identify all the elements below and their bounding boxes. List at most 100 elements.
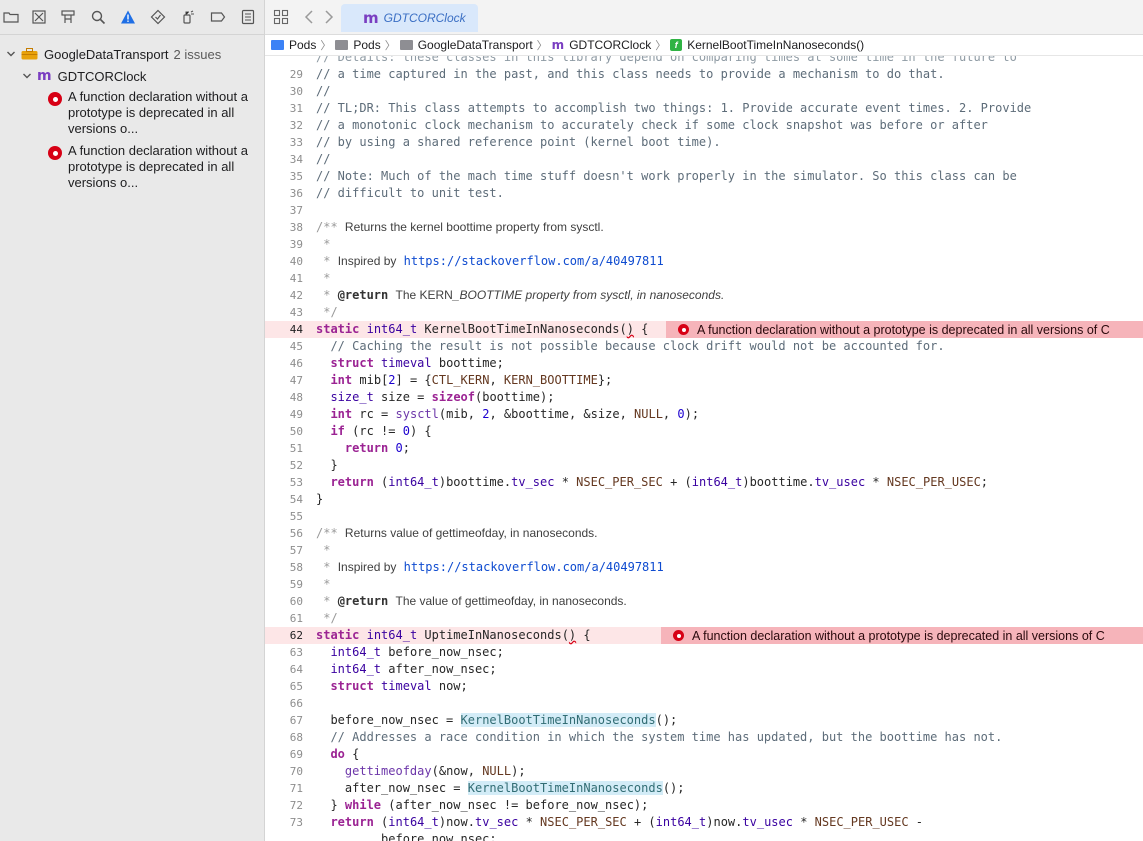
source-control-icon[interactable]: [30, 8, 48, 26]
breadcrumb-separator: 〉: [536, 40, 548, 52]
navigator-toolbar: [0, 0, 264, 35]
code-line: 50 if (rc != 0) {: [289, 424, 432, 438]
toolbox-icon: [21, 48, 38, 60]
issue-warning-icon[interactable]: [119, 8, 137, 26]
code-line: 63 int64_t before_now_nsec;: [289, 645, 504, 659]
code-line: 73 return (int64_t)now.tv_sec * NSEC_PER…: [289, 815, 924, 829]
error-code-line: 62 static int64_t UptimeInNanoseconds() …: [265, 627, 1143, 644]
code-editor[interactable]: // Details: these classes in this librar…: [265, 56, 1143, 841]
doc-comment-line: 42 * @return The KERN_BOOTTIME property …: [289, 288, 725, 302]
code-line: 34//: [289, 152, 331, 166]
report-icon[interactable]: [239, 8, 257, 26]
objc-file-icon: m: [551, 38, 565, 52]
issue-item[interactable]: A function declaration without a prototy…: [68, 89, 254, 137]
breadcrumb-gdtcorclock[interactable]: m GDTCORClock: [552, 38, 652, 52]
code-line: 72 } while (after_now_nsec != before_now…: [289, 798, 649, 812]
folder-icon[interactable]: [2, 8, 20, 26]
code-line: 64 int64_t after_now_nsec;: [289, 662, 497, 676]
doc-comment-line: 58 * Inspired by https://stackoverflow.c…: [289, 560, 664, 574]
inline-error-annotation[interactable]: A function declaration without a prototy…: [666, 321, 1143, 338]
issue-count: 2 issues: [173, 46, 222, 62]
breadcrumb-googledatatransport[interactable]: GoogleDataTransport: [399, 38, 533, 52]
objc-file-icon: m: [363, 9, 379, 27]
code-line: before_now_nsec;: [381, 832, 497, 841]
code-line: 36// difficult to unit test.: [289, 186, 504, 200]
chevron-down-icon[interactable]: [5, 48, 17, 60]
code-line: 35// Note: Much of the mach time stuff d…: [289, 169, 1017, 183]
code-line: 55: [289, 510, 303, 523]
error-icon: [678, 324, 689, 335]
doc-comment-line: 56/** Returns value of gettimeofday, in …: [289, 526, 598, 540]
issue-file-name: GDTCORClock: [57, 68, 147, 84]
code-line: 46 struct timeval boottime;: [289, 356, 504, 370]
doc-comment-line: 59 *: [289, 577, 331, 591]
project-icon: [271, 40, 284, 50]
function-icon: f: [670, 39, 683, 51]
code-line: 49 int rc = sysctl(mib, 2, &boottime, &s…: [289, 407, 700, 421]
code-line: 69 do {: [289, 747, 360, 761]
grid-icon[interactable]: [273, 9, 289, 25]
tab-gdtcorclock[interactable]: m GDTCORClock: [341, 4, 478, 32]
forward-icon[interactable]: [323, 9, 335, 25]
doc-comment-line: 38/** Returns the kernel boottime proper…: [289, 220, 604, 234]
breadcrumb-separator: 〉: [320, 40, 332, 52]
code-line: 48 size_t size = sizeof(boottime);: [289, 390, 555, 404]
error-icon: [673, 630, 684, 641]
code-line: 51 return 0;: [289, 441, 410, 455]
error-code-line: 44 static int64_t KernelBootTimeInNanose…: [265, 321, 1143, 338]
code-line: // Details: these classes in this librar…: [316, 56, 1017, 64]
chevron-down-icon[interactable]: [21, 70, 33, 82]
doc-comment-line: 57 *: [289, 543, 331, 557]
folder-icon: [335, 40, 349, 50]
code-line: 33// by using a shared reference point (…: [289, 135, 721, 149]
code-line: 54}: [289, 492, 324, 506]
doc-comment-line: 39 *: [289, 237, 331, 251]
test-diamond-icon[interactable]: [149, 8, 167, 26]
code-line: 31// TL;DR: This class attempts to accom…: [289, 101, 1032, 115]
code-line: 68 // Addresses a race condition in whic…: [289, 730, 1003, 744]
issue-group-name: GoogleDataTransport: [44, 46, 169, 62]
code-line: 47 int mib[2] = {CTL_KERN, KERN_BOOTTIME…: [289, 373, 613, 387]
breadcrumb-function[interactable]: f KernelBootTimeInNanoseconds(): [670, 38, 864, 52]
code-line: 67 before_now_nsec = KernelBootTimeInNan…: [289, 713, 678, 727]
search-icon[interactable]: [89, 8, 107, 26]
code-line: 29// a time captured in the past, and th…: [289, 67, 945, 81]
jump-bar: Pods 〉 Pods 〉 GoogleDataTransport 〉 m GDT…: [265, 35, 1143, 56]
code-line: 53 return (int64_t)boottime.tv_sec * NSE…: [289, 475, 989, 489]
tab-label: GDTCORClock: [383, 11, 466, 25]
breakpoint-icon[interactable]: [209, 8, 227, 26]
breadcrumb-pods-project[interactable]: Pods: [271, 38, 316, 52]
issue-file-row[interactable]: m GDTCORClock: [0, 66, 146, 86]
breadcrumb-separator: 〉: [655, 40, 667, 52]
breadcrumb-pods-folder[interactable]: Pods: [335, 38, 381, 52]
folder-icon: [399, 40, 413, 50]
back-icon[interactable]: [303, 9, 315, 25]
symbol-icon[interactable]: [59, 8, 77, 26]
code-line: 71 after_now_nsec = KernelBootTimeInNano…: [289, 781, 685, 795]
doc-comment-line: 43 */: [289, 305, 338, 319]
code-line: 52 }: [289, 458, 338, 472]
code-line: 65 struct timeval now;: [289, 679, 468, 693]
breadcrumb-separator: 〉: [384, 40, 396, 52]
code-line: 37: [289, 204, 303, 217]
debug-spray-icon[interactable]: [179, 8, 197, 26]
inline-error-annotation[interactable]: A function declaration without a prototy…: [661, 627, 1143, 644]
objc-file-icon: m: [37, 68, 52, 84]
code-line: 30//: [289, 84, 331, 98]
code-line: 32// a monotonic clock mechanism to accu…: [289, 118, 988, 132]
doc-comment-line: 60 * @return The value of gettimeofday, …: [289, 594, 627, 608]
issue-group-row[interactable]: GoogleDataTransport 2 issues: [0, 44, 221, 64]
doc-link[interactable]: https://stackoverflow.com/a/40497811: [404, 254, 664, 268]
doc-comment-line: 41 *: [289, 271, 331, 285]
issue-item[interactable]: A function declaration without a prototy…: [68, 143, 254, 191]
doc-comment-line: 40 * Inspired by https://stackoverflow.c…: [289, 254, 664, 268]
code-line: 45 // Caching the result is not possible…: [289, 339, 945, 353]
editor-tab-bar: m GDTCORClock: [265, 0, 1143, 35]
issue-navigator: GoogleDataTransport 2 issues m GDTCORClo…: [0, 0, 265, 841]
error-icon: [48, 92, 62, 106]
doc-link[interactable]: https://stackoverflow.com/a/40497811: [404, 560, 664, 574]
doc-comment-line: 61 */: [289, 611, 338, 625]
code-line: 66: [289, 697, 303, 710]
code-line: 70 gettimeofday(&now, NULL);: [289, 764, 526, 778]
error-icon: [48, 146, 62, 160]
